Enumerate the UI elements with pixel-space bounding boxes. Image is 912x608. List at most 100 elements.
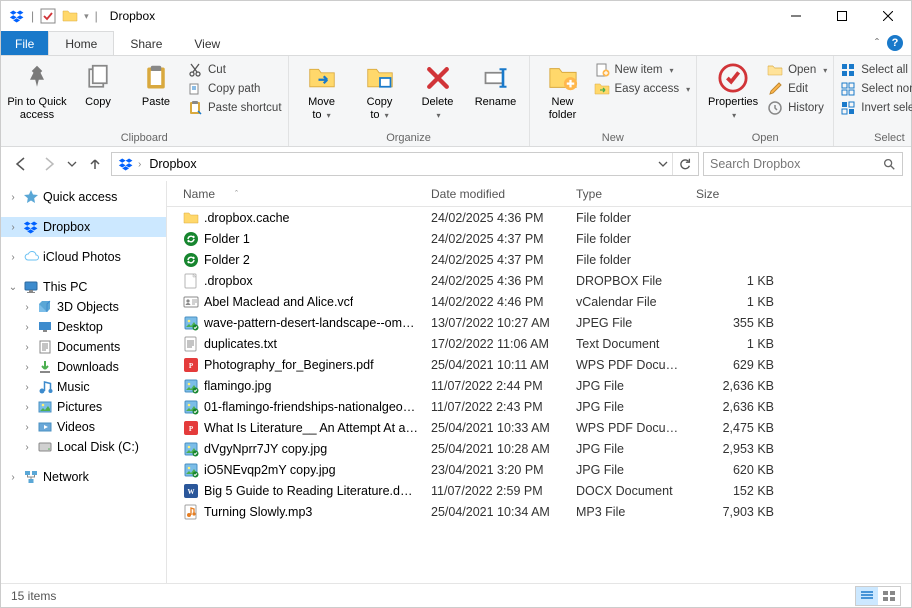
tab-view[interactable]: View: [178, 31, 236, 55]
file-row[interactable]: Abel Maclead and Alice.vcf14/02/2022 4:4…: [167, 291, 911, 312]
copy-to-button[interactable]: Copy to ▾: [351, 58, 409, 126]
cut-button[interactable]: Cut: [187, 62, 282, 78]
file-row[interactable]: iO5NEvqp2mY copy.jpg23/04/2021 3:20 PMJP…: [167, 459, 911, 480]
search-icon: [882, 157, 896, 171]
tab-home[interactable]: Home: [48, 31, 114, 55]
invert-selection-button[interactable]: Invert selection: [840, 100, 912, 116]
file-row[interactable]: Turning Slowly.mp325/04/2021 10:34 AMMP3…: [167, 501, 911, 522]
file-date: 25/04/2021 10:11 AM: [425, 358, 570, 372]
tab-file[interactable]: File: [1, 31, 48, 55]
history-button[interactable]: History: [767, 100, 827, 116]
qat-dropdown-icon[interactable]: ▾: [84, 11, 89, 22]
file-type-icon: [183, 294, 199, 310]
file-row[interactable]: 01-flamingo-friendships-nationalgeogra..…: [167, 396, 911, 417]
file-row[interactable]: wave-pattern-desert-landscape--oman-8...…: [167, 312, 911, 333]
file-row[interactable]: Big 5 Guide to Reading Literature.docx11…: [167, 480, 911, 501]
column-name[interactable]: Nameˆ: [177, 187, 425, 201]
search-input[interactable]: Search Dropbox: [703, 152, 903, 176]
file-row[interactable]: .dropbox.cache24/02/2025 4:36 PMFile fol…: [167, 207, 911, 228]
file-type-icon: [183, 420, 199, 436]
address-bar[interactable]: › Dropbox: [111, 152, 699, 176]
rename-button[interactable]: Rename: [467, 58, 525, 113]
organize-group-label: Organize: [293, 130, 525, 146]
recent-locations-button[interactable]: [65, 152, 79, 176]
tree-pictures[interactable]: ›Pictures: [1, 397, 166, 417]
file-row[interactable]: Folder 224/02/2025 4:37 PMFile folder: [167, 249, 911, 270]
new-group-label: New: [534, 130, 693, 146]
navigation-bar: › Dropbox Search Dropbox: [1, 147, 911, 181]
file-list[interactable]: .dropbox.cache24/02/2025 4:36 PMFile fol…: [167, 207, 911, 583]
new-item-button[interactable]: New item▾: [594, 62, 691, 78]
pin-to-quick-access-button[interactable]: Pin to Quick access: [5, 58, 69, 126]
collapse-ribbon-icon[interactable]: ˆ: [875, 36, 879, 50]
file-type-icon: [183, 273, 199, 289]
delete-button[interactable]: Delete▾: [409, 58, 467, 126]
file-row[interactable]: Photography_for_Beginers.pdf 25/04/2021 1…: [167, 354, 911, 375]
move-to-button[interactable]: Move to ▾: [293, 58, 351, 126]
file-row[interactable]: dVgyNprr7JY copy.jpg25/04/2021 10:28 AMJ…: [167, 438, 911, 459]
refresh-button[interactable]: [672, 153, 696, 175]
file-name: What Is Literature__ An Attempt At a Phi…: [204, 421, 419, 435]
copy-button[interactable]: Copy: [69, 58, 127, 113]
help-icon[interactable]: ?: [887, 35, 903, 51]
column-headers[interactable]: Nameˆ Date modified Type Size: [167, 181, 911, 207]
address-dropdown-icon[interactable]: [654, 153, 672, 175]
details-view-button[interactable]: [856, 587, 878, 605]
tree-network[interactable]: ›Network: [1, 467, 166, 487]
tree-quick-access[interactable]: ›Quick access: [1, 187, 166, 207]
column-size[interactable]: Size: [690, 187, 780, 201]
tree-videos[interactable]: ›Videos: [1, 417, 166, 437]
back-button[interactable]: [9, 152, 33, 176]
select-group-label: Select: [838, 130, 912, 146]
close-button[interactable]: [865, 1, 911, 31]
file-row[interactable]: duplicates.txt17/02/2022 11:06 AMText Do…: [167, 333, 911, 354]
file-name: iO5NEvqp2mY copy.jpg: [204, 463, 336, 477]
tree-music[interactable]: ›Music: [1, 377, 166, 397]
easy-access-button[interactable]: Easy access▾: [594, 81, 691, 97]
tree-downloads[interactable]: ›Downloads: [1, 357, 166, 377]
new-folder-button[interactable]: New folder: [534, 58, 592, 126]
file-size: 2,636 KB: [690, 400, 780, 414]
minimize-button[interactable]: [773, 1, 819, 31]
copy-path-button[interactable]: Copy path: [187, 81, 282, 97]
select-all-button[interactable]: Select all: [840, 62, 912, 78]
file-date: 11/07/2022 2:44 PM: [425, 379, 570, 393]
tree-dropbox[interactable]: ›Dropbox: [1, 217, 166, 237]
maximize-button[interactable]: [819, 1, 865, 31]
tree-3d-objects[interactable]: ›3D Objects: [1, 297, 166, 317]
address-location[interactable]: Dropbox: [145, 157, 200, 171]
file-row[interactable]: Folder 124/02/2025 4:37 PMFile folder: [167, 228, 911, 249]
qat-properties-icon[interactable]: [40, 8, 56, 24]
open-button[interactable]: Open▾: [767, 62, 827, 78]
file-size: 1 KB: [690, 274, 780, 288]
properties-button[interactable]: Properties▾: [701, 58, 765, 126]
file-type-icon: [183, 231, 199, 247]
tree-local-disk[interactable]: ›Local Disk (C:): [1, 437, 166, 457]
paste-button[interactable]: Paste: [127, 58, 185, 113]
file-type-icon: [183, 483, 199, 499]
tab-share[interactable]: Share: [114, 31, 178, 55]
tree-desktop[interactable]: ›Desktop: [1, 317, 166, 337]
tree-icloud[interactable]: ›iCloud Photos: [1, 247, 166, 267]
large-icons-view-button[interactable]: [878, 587, 900, 605]
forward-button[interactable]: [37, 152, 61, 176]
up-button[interactable]: [83, 152, 107, 176]
file-type: DOCX Document: [570, 484, 690, 498]
file-row[interactable]: flamingo.jpg11/07/2022 2:44 PMJPG File2,…: [167, 375, 911, 396]
file-row[interactable]: .dropbox24/02/2025 4:36 PMDROPBOX File1 …: [167, 270, 911, 291]
column-type[interactable]: Type: [570, 187, 690, 201]
column-date[interactable]: Date modified: [425, 187, 570, 201]
tree-documents[interactable]: ›Documents: [1, 337, 166, 357]
paste-shortcut-button[interactable]: Paste shortcut: [187, 100, 282, 116]
file-date: 24/02/2025 4:37 PM: [425, 253, 570, 267]
edit-button[interactable]: Edit: [767, 81, 827, 97]
file-name: Photography_for_Beginers.pdf: [204, 358, 374, 372]
file-type-icon: [183, 357, 199, 373]
navigation-pane[interactable]: ›Quick access ›Dropbox ›iCloud Photos ⌄T…: [1, 181, 167, 583]
file-name: duplicates.txt: [204, 337, 277, 351]
select-none-button[interactable]: Select none: [840, 81, 912, 97]
tree-this-pc[interactable]: ⌄This PC: [1, 277, 166, 297]
qat-folder-icon[interactable]: [62, 8, 78, 24]
file-name: .dropbox.cache: [204, 211, 289, 225]
file-row[interactable]: What Is Literature__ An Attempt At a Phi…: [167, 417, 911, 438]
